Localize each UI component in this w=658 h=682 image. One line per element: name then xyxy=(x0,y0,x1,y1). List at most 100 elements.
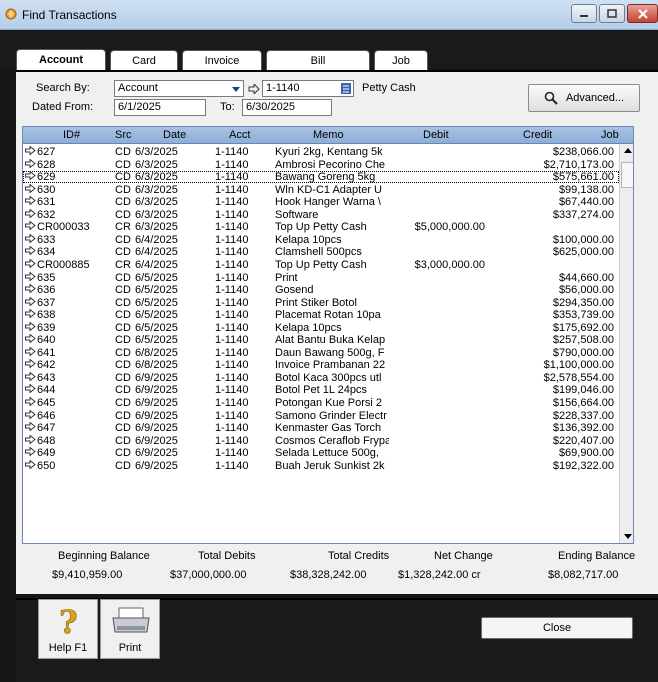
tab-invoice[interactable]: Invoice xyxy=(182,50,262,72)
table-row[interactable]: 649 CD 6/9/2025 1-1140 Selada Lettuce 500g, $… xyxy=(23,447,619,459)
col-credit[interactable]: Credit xyxy=(523,129,552,141)
scroll-up-arrow[interactable] xyxy=(620,144,633,158)
table-row[interactable]: 638 CD 6/5/2025 1-1140 Placemat Rotan 10pa $3… xyxy=(23,309,619,321)
help-button[interactable]: ? Help F1 xyxy=(38,599,98,659)
cell-id: 640 xyxy=(37,334,56,347)
row-zoom-arrow-icon[interactable] xyxy=(25,359,37,371)
row-zoom-arrow-icon[interactable] xyxy=(25,334,37,346)
cell-src: CD xyxy=(115,334,131,347)
table-row[interactable]: 632 CD 6/3/2025 1-1140 Software $337,274.00 xyxy=(23,208,619,221)
table-row[interactable]: CR000033 CR 6/3/2025 1-1140 Top Up Petty Cas… xyxy=(23,221,619,233)
row-zoom-arrow-icon[interactable] xyxy=(25,158,37,171)
row-zoom-arrow-icon[interactable] xyxy=(25,459,37,472)
cell-date: 6/5/2025 xyxy=(135,309,178,322)
cell-id: 639 xyxy=(37,321,56,334)
cell-memo: Botol Kaca 300pcs utl xyxy=(275,371,382,384)
row-zoom-arrow-icon[interactable] xyxy=(25,447,37,459)
advanced-button[interactable]: Advanced... xyxy=(528,84,640,112)
table-row[interactable]: 650 CD 6/9/2025 1-1140 Buah Jeruk Sunkist 2k… xyxy=(23,459,619,472)
cell-memo: Print xyxy=(275,271,298,284)
print-button[interactable]: Print xyxy=(100,599,160,659)
tab-account[interactable]: Account xyxy=(16,49,106,72)
table-row[interactable]: 645 CD 6/9/2025 1-1140 Potongan Kue Porsi 2 $… xyxy=(23,397,619,409)
row-zoom-arrow-icon[interactable] xyxy=(25,296,37,309)
row-zoom-arrow-icon[interactable] xyxy=(25,397,37,409)
cell-date: 6/5/2025 xyxy=(135,296,178,309)
row-zoom-arrow-icon[interactable] xyxy=(25,221,37,233)
row-zoom-arrow-icon[interactable] xyxy=(25,246,37,258)
scroll-thumb[interactable] xyxy=(621,162,633,188)
row-zoom-arrow-icon[interactable] xyxy=(25,146,37,158)
row-zoom-arrow-icon[interactable] xyxy=(25,309,37,321)
row-zoom-arrow-icon[interactable] xyxy=(25,321,37,334)
row-zoom-arrow-icon[interactable] xyxy=(25,409,37,422)
table-row[interactable]: 627 CD 6/3/2025 1-1140 Kyuri 2kg, Kentang 5k… xyxy=(23,146,619,158)
dated-to-field[interactable]: 6/30/2025 xyxy=(242,99,332,116)
table-row[interactable]: 635 CD 6/5/2025 1-1140 Print $44,660.00 xyxy=(23,271,619,284)
table-row[interactable]: 647 CD 6/9/2025 1-1140 Kenmaster Gas Torch $1… xyxy=(23,422,619,434)
cell-acct: 1-1140 xyxy=(215,146,249,158)
row-zoom-arrow-icon[interactable] xyxy=(25,422,37,434)
row-zoom-arrow-icon[interactable] xyxy=(25,346,37,359)
cell-credit: $1,100,000.00 xyxy=(543,359,614,372)
row-zoom-arrow-icon[interactable] xyxy=(25,284,37,296)
table-row[interactable]: CR000885 CR 6/4/2025 1-1140 Top Up Petty Cas… xyxy=(23,258,619,271)
close-button[interactable]: Close xyxy=(481,617,633,639)
col-id[interactable]: ID# xyxy=(63,129,80,141)
col-date[interactable]: Date xyxy=(163,129,186,141)
col-acct[interactable]: Acct xyxy=(229,129,250,141)
arrow-right-icon[interactable] xyxy=(248,84,260,94)
dated-from-field[interactable]: 6/1/2025 xyxy=(114,99,206,116)
table-row[interactable]: 648 CD 6/9/2025 1-1140 Cosmos Ceraflob Frypa… xyxy=(23,434,619,447)
tab-job[interactable]: Job xyxy=(374,50,428,72)
table-row[interactable]: 642 CD 6/8/2025 1-1140 Invoice Prambanan 22 $… xyxy=(23,359,619,371)
row-zoom-arrow-icon[interactable] xyxy=(25,171,37,183)
table-row[interactable]: 646 CD 6/9/2025 1-1140 Samono Grinder Electr… xyxy=(23,409,619,422)
col-memo[interactable]: Memo xyxy=(313,129,344,141)
row-zoom-arrow-icon[interactable] xyxy=(25,384,37,396)
table-row[interactable]: 644 CD 6/9/2025 1-1140 Botol Pet 1L 24pcs $19… xyxy=(23,384,619,396)
table-row[interactable]: 637 CD 6/5/2025 1-1140 Print Stiker Botol $29… xyxy=(23,296,619,309)
tab-card[interactable]: Card xyxy=(110,50,178,72)
cell-memo: Buah Jeruk Sunkist 2k xyxy=(275,459,385,472)
row-zoom-arrow-icon[interactable] xyxy=(25,271,37,284)
row-zoom-arrow-icon[interactable] xyxy=(25,233,37,246)
col-debit[interactable]: Debit xyxy=(423,129,449,141)
search-by-select[interactable]: Account xyxy=(114,80,244,97)
cell-src: CD xyxy=(115,233,131,246)
row-zoom-arrow-icon[interactable] xyxy=(25,371,37,384)
row-zoom-arrow-icon[interactable] xyxy=(25,183,37,196)
row-zoom-arrow-icon[interactable] xyxy=(25,434,37,447)
table-row[interactable]: 641 CD 6/8/2025 1-1140 Daun Bawang 500g, F $7… xyxy=(23,346,619,359)
close-window-button[interactable] xyxy=(627,4,658,23)
cell-id: CR000033 xyxy=(37,221,90,234)
row-zoom-arrow-icon[interactable] xyxy=(25,258,37,271)
account-number-field[interactable]: 1-1140 xyxy=(262,80,354,97)
scroll-down-arrow[interactable] xyxy=(620,530,633,543)
cell-src: CR xyxy=(115,258,131,271)
table-row[interactable]: 634 CD 6/4/2025 1-1140 Clamshell 500pcs $625,… xyxy=(23,246,619,258)
table-row[interactable]: 643 CD 6/9/2025 1-1140 Botol Kaca 300pcs utl… xyxy=(23,371,619,384)
cell-src: CD xyxy=(115,158,131,171)
table-row[interactable]: 639 CD 6/5/2025 1-1140 Kelapa 10pcs $175,692.… xyxy=(23,321,619,334)
table-row[interactable]: 631 CD 6/3/2025 1-1140 Hook Hanger Warna \ $6… xyxy=(23,196,619,208)
account-name-label: Petty Cash xyxy=(362,82,416,94)
col-src[interactable]: Src xyxy=(115,129,132,141)
cell-date: 6/3/2025 xyxy=(135,158,178,171)
table-row[interactable]: 628 CD 6/3/2025 1-1140 Ambrosi Pecorino Che $… xyxy=(23,158,619,171)
title-bar[interactable]: Find Transactions xyxy=(0,0,658,30)
table-row[interactable]: 629 CD 6/3/2025 1-1140 Bawang Goreng 5kg $575… xyxy=(23,171,619,184)
minimize-button[interactable] xyxy=(571,4,597,23)
tab-bill[interactable]: Bill xyxy=(266,50,370,72)
table-row[interactable]: 636 CD 6/5/2025 1-1140 Gosend $56,000.00 xyxy=(23,284,619,296)
col-job[interactable]: Job xyxy=(601,129,619,141)
table-row[interactable]: 633 CD 6/4/2025 1-1140 Kelapa 10pcs $100,000.… xyxy=(23,233,619,246)
cell-acct: 1-1140 xyxy=(215,321,249,334)
row-zoom-arrow-icon[interactable] xyxy=(25,208,37,221)
table-row[interactable]: 640 CD 6/5/2025 1-1140 Alat Bantu Buka Kelap… xyxy=(23,334,619,346)
vertical-scrollbar[interactable] xyxy=(619,144,633,543)
table-row[interactable]: 630 CD 6/3/2025 1-1140 Wln KD-C1 Adapter U $9… xyxy=(23,183,619,196)
row-zoom-arrow-icon[interactable] xyxy=(25,196,37,208)
maximize-button[interactable] xyxy=(599,4,625,23)
cell-acct: 1-1140 xyxy=(215,183,249,196)
